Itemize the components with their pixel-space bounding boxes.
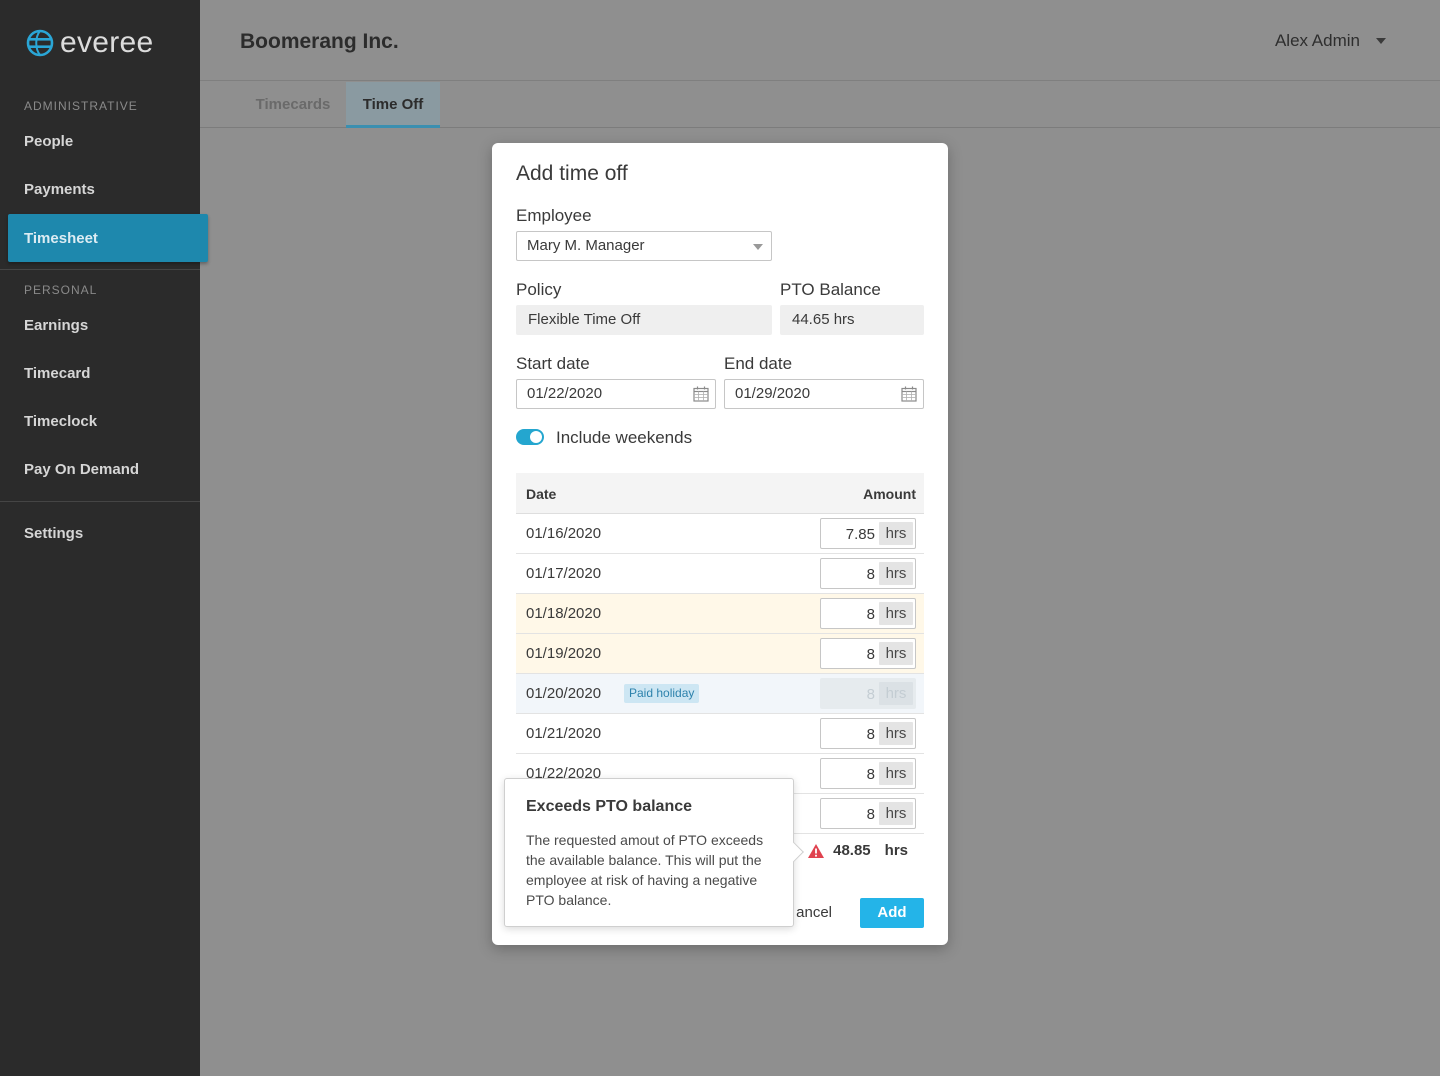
- chevron-down-icon: [1376, 38, 1386, 44]
- amount-value: 8: [866, 686, 875, 703]
- table-row: 01/17/2020 8 hrs: [516, 554, 924, 594]
- end-date-input[interactable]: 01/29/2020: [724, 379, 924, 409]
- amount-unit: hrs: [879, 802, 913, 825]
- logo-text: everee: [60, 26, 154, 59]
- sidebar-item-earnings[interactable]: Earnings: [24, 317, 88, 334]
- employee-label: Employee: [516, 206, 592, 225]
- sidebar-item-timesheet[interactable]: Timesheet: [8, 214, 208, 262]
- table-row-weekend: 01/19/2020 8 hrs: [516, 634, 924, 674]
- toggle-knob: [530, 431, 542, 443]
- calendar-icon[interactable]: [693, 386, 709, 402]
- tab-time-off[interactable]: Time Off: [346, 82, 440, 128]
- tooltip-body: The requested amout of PTO exceeds the a…: [526, 832, 764, 908]
- policy-value: Flexible Time Off: [516, 305, 772, 335]
- sidebar-item-people[interactable]: People: [24, 133, 73, 150]
- table-row: 01/16/2020 7.85 hrs: [516, 514, 924, 554]
- pto-balance-label: PTO Balance: [780, 280, 881, 299]
- amount-value: 8: [866, 806, 875, 823]
- modal-title: Add time off: [516, 162, 628, 185]
- amount-input[interactable]: 7.85 hrs: [820, 518, 916, 549]
- table-row-weekend: 01/18/2020 8 hrs: [516, 594, 924, 634]
- amount-unit: hrs: [879, 722, 913, 745]
- amount-value: 8: [866, 646, 875, 663]
- cancel-button[interactable]: ancel: [796, 904, 832, 921]
- amount-value: 8: [866, 766, 875, 783]
- row-date: 01/21/2020: [526, 725, 602, 742]
- policy-label: Policy: [516, 280, 562, 299]
- tooltip-title: Exceeds PTO balance: [526, 798, 693, 815]
- app-logo[interactable]: everee: [26, 26, 154, 60]
- sidebar-item-pay-on-demand[interactable]: Pay On Demand: [24, 461, 139, 478]
- start-date-value: 01/22/2020: [527, 385, 603, 402]
- warning-icon[interactable]: [807, 843, 825, 859]
- amount-input[interactable]: 8 hrs: [820, 558, 916, 589]
- calendar-icon[interactable]: [901, 386, 917, 402]
- start-date-label: Start date: [516, 354, 590, 373]
- employee-select[interactable]: Mary M. Manager: [516, 231, 772, 261]
- table-row-holiday: 01/20/2020 Paid holiday 8 hrs: [516, 674, 924, 714]
- top-header: Boomerang Inc. Alex Admin: [200, 0, 1440, 81]
- sidebar-divider: [0, 269, 200, 270]
- exceeds-pto-tooltip: Exceeds PTO balance The requested amout …: [504, 778, 804, 927]
- end-date-label: End date: [724, 354, 793, 373]
- sidebar: everee ADMINISTRATIVE People Payments Ti…: [0, 0, 208, 1076]
- include-weekends-toggle[interactable]: [516, 429, 544, 445]
- row-date: 01/16/2020: [526, 525, 602, 542]
- section-label-personal: PERSONAL: [24, 283, 98, 297]
- employee-value: Mary M. Manager: [527, 237, 645, 254]
- row-date: 01/19/2020: [526, 645, 602, 662]
- end-date-value: 01/29/2020: [735, 385, 811, 402]
- amount-input[interactable]: 8 hrs: [820, 598, 916, 629]
- amount-input[interactable]: 8 hrs: [820, 638, 916, 669]
- company-name: Boomerang Inc.: [240, 30, 399, 53]
- sidebar-item-timeclock[interactable]: Timeclock: [24, 413, 97, 430]
- start-date-input[interactable]: 01/22/2020: [516, 379, 716, 409]
- amount-input-disabled: 8 hrs: [820, 678, 916, 709]
- sidebar-item-label: Timesheet: [24, 230, 98, 247]
- amount-value: 8: [866, 566, 875, 583]
- sidebar-item-settings[interactable]: Settings: [24, 525, 83, 542]
- amount-unit: hrs: [879, 522, 913, 545]
- pto-balance-value: 44.65 hrs: [780, 305, 924, 335]
- table-header: Date Amount: [516, 473, 924, 514]
- amount-value: 8: [866, 726, 875, 743]
- amount-value: 8: [866, 606, 875, 623]
- total-amount: 48.85 hrs: [807, 842, 908, 859]
- total-unit: hrs: [884, 842, 908, 859]
- amount-unit: hrs: [879, 762, 913, 785]
- user-menu[interactable]: Alex Admin: [1275, 31, 1386, 51]
- section-label-administrative: ADMINISTRATIVE: [24, 99, 138, 113]
- amount-value: 7.85: [845, 526, 875, 543]
- amount-unit: hrs: [879, 642, 913, 665]
- tab-bar: Timecards Time Off: [200, 82, 1440, 128]
- table-row: 01/21/2020 8 hrs: [516, 714, 924, 754]
- row-date: 01/18/2020: [526, 605, 602, 622]
- sidebar-item-payments[interactable]: Payments: [24, 181, 95, 198]
- sidebar-item-timecard[interactable]: Timecard: [24, 365, 90, 382]
- globe-logo-icon: [26, 29, 54, 57]
- user-name: Alex Admin: [1274, 31, 1360, 50]
- row-date: 01/17/2020: [526, 565, 602, 582]
- column-header-date: Date: [526, 486, 557, 502]
- amount-input[interactable]: 8 hrs: [820, 798, 916, 829]
- amount-input[interactable]: 8 hrs: [820, 718, 916, 749]
- amount-unit: hrs: [879, 602, 913, 625]
- amount-unit: hrs: [879, 562, 913, 585]
- row-date: 01/20/2020: [526, 685, 602, 702]
- sidebar-divider: [0, 501, 200, 502]
- paid-holiday-badge: Paid holiday: [624, 684, 700, 703]
- add-button[interactable]: Add: [860, 898, 924, 928]
- tab-timecards[interactable]: Timecards: [240, 82, 346, 128]
- include-weekends-label: Include weekends: [556, 428, 693, 447]
- chevron-down-icon: [753, 244, 763, 250]
- amount-input[interactable]: 8 hrs: [820, 758, 916, 789]
- total-value: 48.85: [833, 842, 871, 859]
- amount-unit: hrs: [879, 682, 913, 705]
- column-header-amount: Amount: [863, 486, 916, 502]
